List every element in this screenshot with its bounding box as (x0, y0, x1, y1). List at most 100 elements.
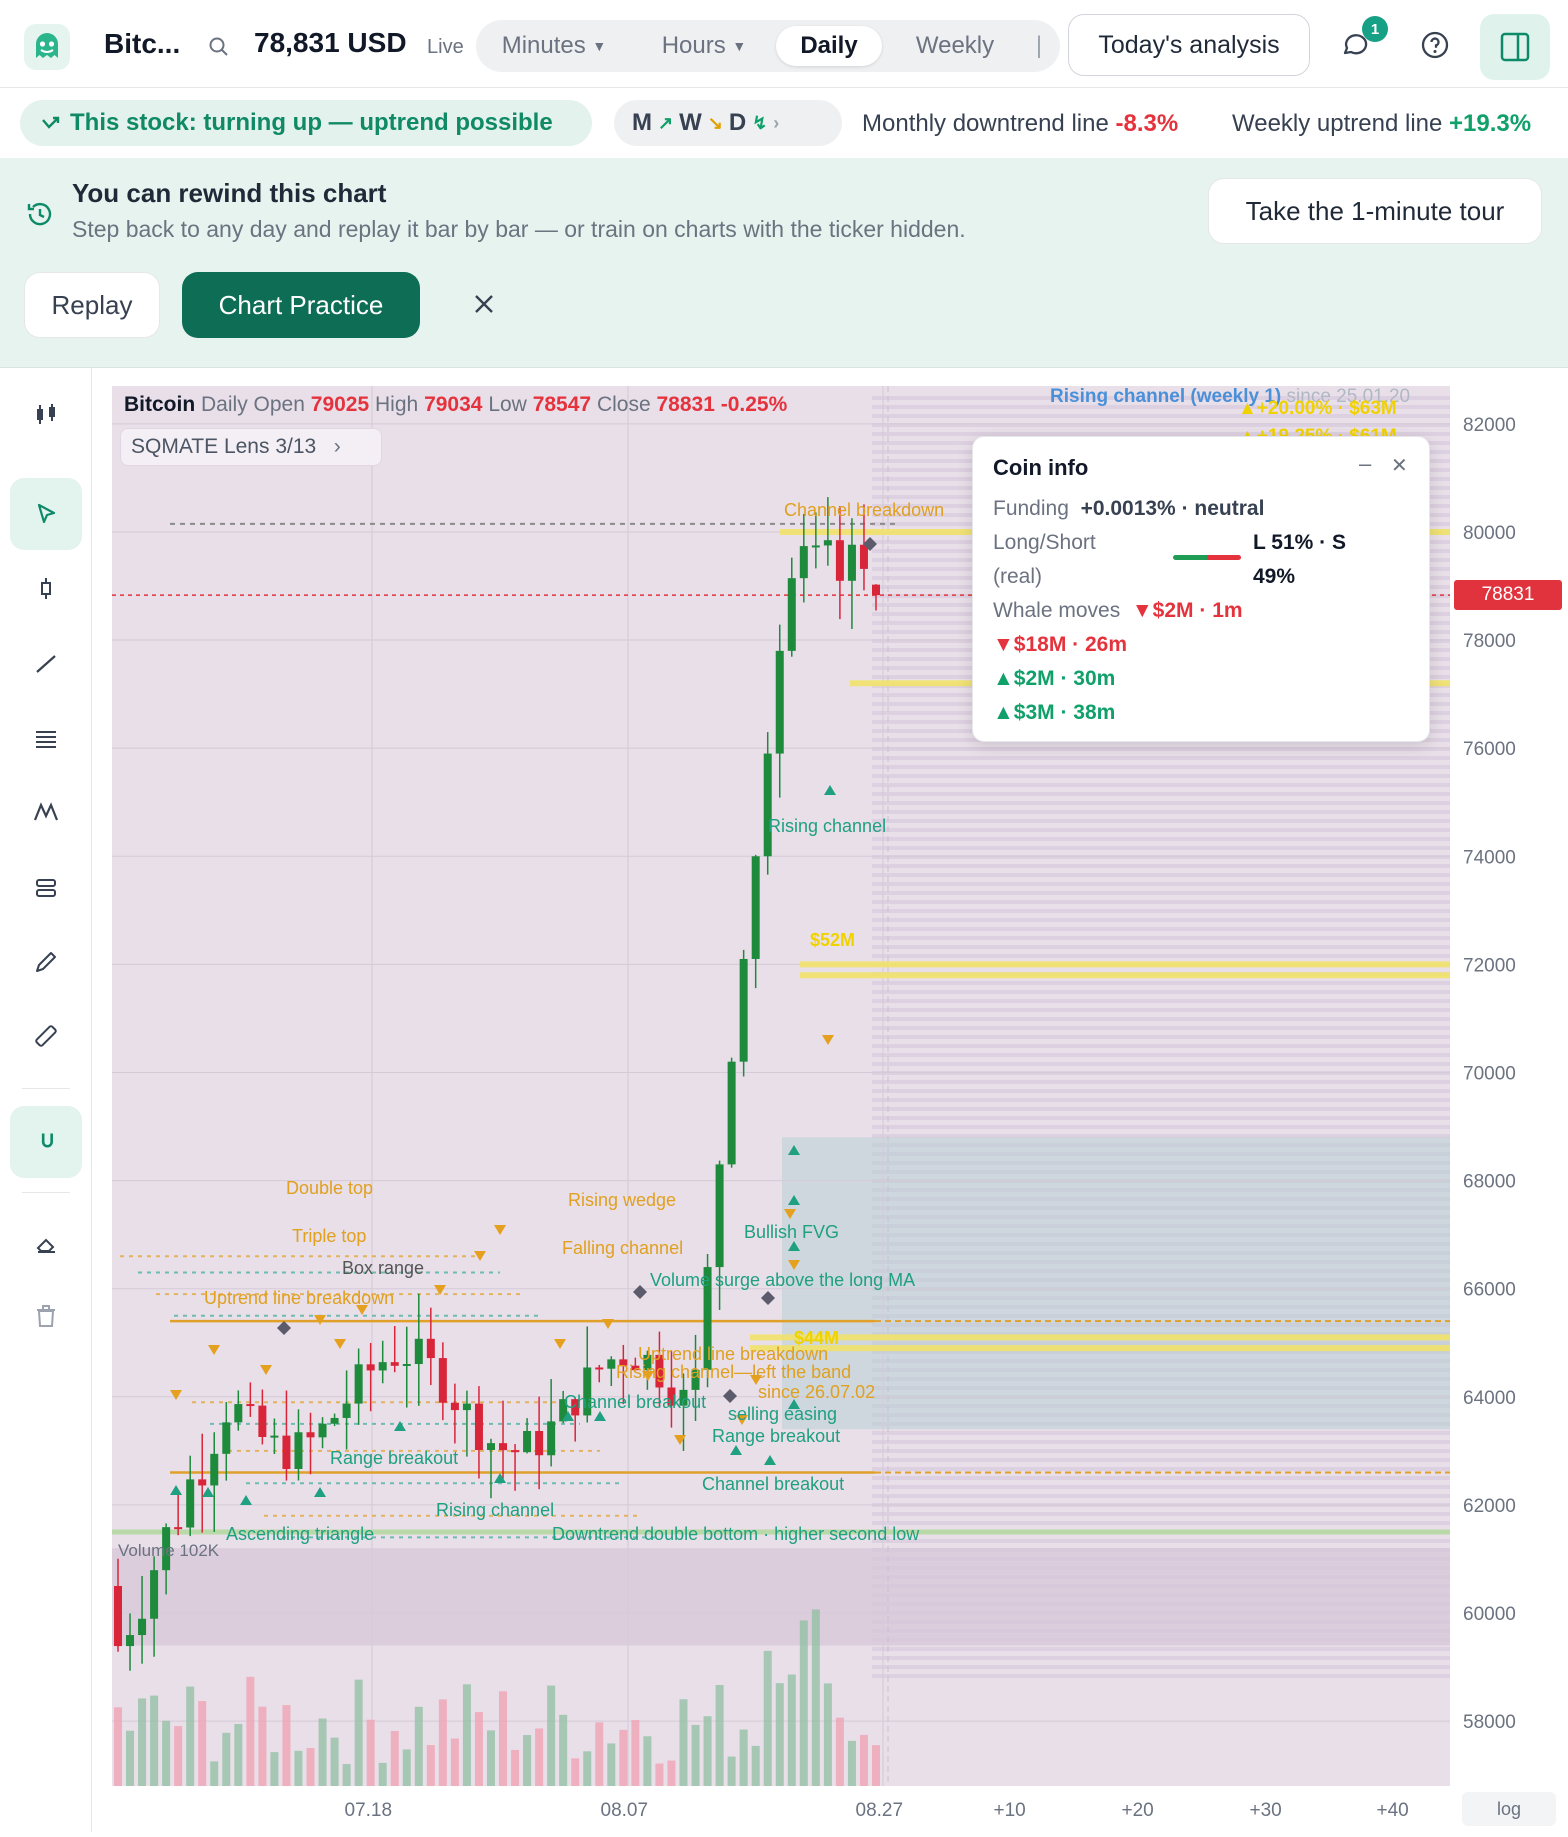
app-logo[interactable] (24, 24, 70, 70)
candle-tool[interactable] (10, 552, 82, 624)
help-icon[interactable] (1410, 20, 1460, 70)
sr-band (872, 1458, 1450, 1462)
weekly-uptrend: Weekly uptrend line +19.3% (1232, 110, 1532, 137)
top-bar: Bitc... 78,831 USD Live Minutes ▼ Hours … (0, 0, 1568, 88)
symbol-name[interactable]: Bitc... (104, 28, 180, 60)
pattern-label: selling easing (728, 1404, 837, 1424)
candle (823, 540, 832, 546)
candle (126, 1635, 135, 1647)
whale-moves-row: Whale moves ▼$2M · 1m (993, 599, 1243, 622)
sr-band (872, 1044, 1450, 1048)
volume-bar (559, 1714, 568, 1786)
lens-selector[interactable]: SQMATE Lens 3/13 › (120, 428, 382, 466)
sr-band (872, 828, 1450, 832)
candle (835, 540, 844, 581)
horizontal-lines-tool[interactable] (10, 702, 82, 774)
volume-bar (378, 1762, 387, 1786)
brush-tool[interactable] (10, 926, 82, 998)
mwd-pill[interactable]: M ↗ W ↘ D ↯ › (614, 100, 842, 146)
candle (811, 545, 820, 548)
volume-bar (799, 1620, 808, 1786)
pattern-label: Volume surge above the long MA (650, 1270, 915, 1290)
eraser-tool[interactable] (10, 1208, 82, 1280)
ohlc-legend: Bitcoin Daily Open 79025 High 79034 Low … (124, 393, 788, 416)
log-scale-button[interactable]: log (1462, 1792, 1556, 1826)
chat-badge: 1 (1362, 16, 1388, 42)
long-short-value: L 51% · S (1253, 531, 1346, 554)
tab-overflow[interactable]: | (1024, 26, 1054, 66)
close-icon[interactable] (462, 282, 506, 326)
magnet-tool[interactable] (10, 1106, 82, 1178)
volume-bar (114, 1707, 122, 1786)
sr-band (872, 990, 1450, 994)
pattern-label: Channel breakout (564, 1392, 706, 1412)
minimize-icon[interactable]: – (1359, 451, 1371, 477)
trend-status-pill[interactable]: This stock: turning up — uptrend possibl… (20, 100, 592, 146)
volume-bar (523, 1735, 532, 1786)
sr-band (872, 918, 1450, 922)
volume-bar (859, 1734, 868, 1786)
pattern-label: Rising channel (436, 1500, 554, 1520)
tab-hours[interactable]: Hours ▼ (634, 26, 774, 66)
zigzag-icon (33, 802, 59, 821)
single-candle-icon (41, 578, 51, 599)
ghost-logo-icon (36, 33, 58, 58)
sr-band (872, 801, 1450, 805)
delete-tool[interactable] (10, 1280, 82, 1352)
chevron-right-icon: › (333, 435, 341, 458)
measure-tool[interactable] (10, 1000, 82, 1072)
candle (294, 1432, 303, 1469)
sr-band (872, 1071, 1450, 1075)
volume-bar (342, 1764, 351, 1786)
candle (198, 1479, 207, 1486)
candle-style-tool[interactable] (10, 378, 82, 450)
sr-band (872, 999, 1450, 1003)
drawing-toolbar (0, 368, 92, 1832)
chart-practice-button[interactable]: Chart Practice (182, 272, 420, 338)
tab-minutes[interactable]: Minutes ▼ (484, 26, 624, 66)
candle (426, 1338, 435, 1359)
live-indicator: Live (427, 36, 464, 58)
volume-bar (775, 1683, 784, 1786)
volume-bar (619, 1729, 628, 1786)
volume-bar (474, 1712, 483, 1786)
chevron-right-icon: › (773, 112, 780, 133)
volume-bar (210, 1761, 219, 1786)
whale-move: ▲$2M · 30m (993, 667, 1116, 690)
sr-band (872, 1107, 1450, 1111)
volume-bar (811, 1609, 820, 1786)
tour-button[interactable]: Take the 1-minute tour (1208, 178, 1542, 244)
volume-bar (715, 1684, 724, 1786)
todays-analysis-button[interactable]: Today's analysis (1068, 14, 1310, 76)
pattern-label: Uptrend line breakdown (204, 1288, 394, 1308)
tab-daily[interactable]: Daily (776, 26, 882, 66)
replay-button[interactable]: Replay (24, 272, 160, 338)
panel-icon (1500, 32, 1530, 62)
pointer-tool[interactable] (10, 478, 82, 550)
sr-band (872, 1080, 1450, 1084)
trash-icon (37, 1305, 55, 1327)
close-icon[interactable]: ✕ (1391, 453, 1408, 478)
candle (378, 1362, 387, 1371)
candle (402, 1364, 411, 1367)
side-panel-toggle[interactable] (1480, 14, 1550, 80)
x-tick-label: 08.07 (601, 1800, 649, 1821)
cursor-icon (37, 503, 56, 524)
pattern-tool[interactable] (10, 776, 82, 848)
y-tick-label: 72000 (1463, 955, 1516, 976)
candle (872, 584, 880, 596)
candle (486, 1443, 495, 1451)
range-tool[interactable] (10, 852, 82, 924)
long-short-label: Long/Short (993, 531, 1096, 554)
y-tick-label: 68000 (1463, 1172, 1516, 1193)
volume-bar (234, 1723, 243, 1786)
long-short-bar (1173, 555, 1241, 560)
search-icon[interactable] (206, 34, 232, 60)
volume-bar (426, 1745, 435, 1786)
volume-bar (162, 1720, 171, 1786)
volume-bar (366, 1719, 375, 1786)
candle (318, 1423, 327, 1438)
tab-weekly[interactable]: Weekly (890, 26, 1020, 66)
trendline-tool[interactable] (10, 628, 82, 700)
volume-bar (318, 1718, 327, 1786)
